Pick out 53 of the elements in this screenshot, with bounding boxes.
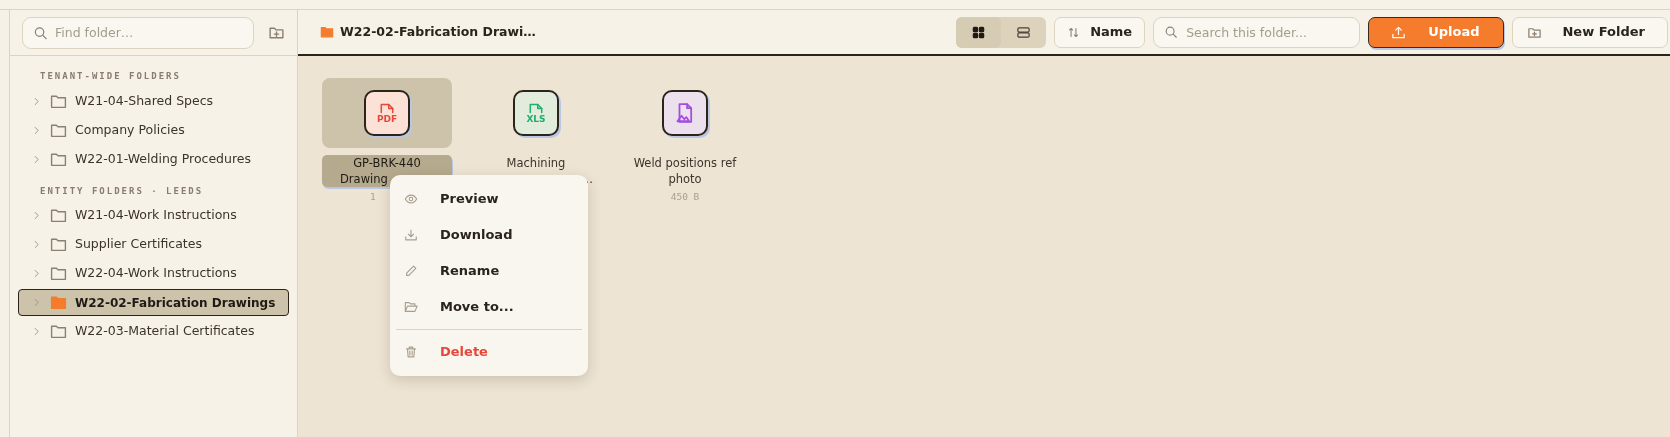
folder-tree-item[interactable]: Supplier Certificates — [18, 231, 289, 258]
chevron-icon — [31, 124, 42, 136]
chevron-icon — [31, 297, 42, 308]
document-icon — [528, 102, 544, 114]
menu-item[interactable]: Delete — [390, 334, 588, 370]
folder-tree-item[interactable]: W21-04-Shared Specs — [18, 87, 289, 115]
folder-tree-item[interactable]: W22-01-Welding Procedures — [18, 145, 289, 173]
folder-icon — [50, 236, 67, 253]
chevron-icon — [31, 210, 42, 221]
chevron-icon — [31, 326, 42, 337]
folder-tree-item[interactable]: W22-04-Work Instructions — [18, 260, 289, 287]
menu-item[interactable]: Download — [390, 217, 588, 253]
folder-icon — [50, 121, 67, 139]
trash-icon — [404, 345, 418, 359]
folder-icon — [50, 207, 67, 224]
folder-tree-item[interactable]: W22-03-Material Certificates — [18, 318, 289, 345]
folder-icon — [404, 300, 418, 314]
eye-icon — [404, 192, 418, 206]
new-folder-button[interactable]: New Folder — [1512, 16, 1668, 48]
chevron-icon — [31, 239, 42, 250]
file-size: 1 — [370, 190, 376, 204]
menu-item[interactable]: Move to... — [390, 289, 588, 325]
folder-tree-item[interactable]: W22-02-Fabrication Drawings — [18, 289, 289, 316]
download-icon — [404, 228, 418, 242]
file-size: 450 B — [670, 190, 700, 204]
file-type-label: PDF — [376, 113, 398, 124]
sort-button[interactable]: Name — [1054, 16, 1146, 48]
grid-icon — [971, 24, 987, 40]
folder-icon — [320, 25, 334, 39]
folder-search-field[interactable]: Find folder… — [22, 16, 254, 49]
chevron-icon — [31, 95, 42, 107]
folder-tree-item[interactable]: Company Policies — [18, 116, 289, 144]
pencil-icon — [404, 264, 418, 278]
folder-search-field[interactable]: Search this folder... — [1153, 16, 1361, 48]
section-heading: ENTITY FOLDERS · LEEDS — [39, 184, 205, 198]
file-name[interactable]: Weld positions ref photo — [620, 155, 750, 187]
folder-tree-item[interactable]: W21-04-Work Instructions — [18, 202, 289, 229]
folder-icon — [50, 150, 67, 168]
chevron-icon — [31, 268, 42, 279]
section-heading: TENANT-WIDE FOLDERS — [39, 70, 182, 83]
document-icon — [379, 102, 395, 114]
chevron-icon — [31, 153, 42, 165]
folder-icon — [50, 92, 67, 110]
rows-icon — [1016, 24, 1032, 40]
folder-icon — [50, 323, 67, 340]
breadcrumb-folder-name: W22-02-Fabrication Drawi… — [340, 22, 536, 41]
menu-item[interactable]: Rename — [390, 253, 588, 289]
grid-view-button[interactable] — [956, 16, 1002, 48]
folder-icon — [50, 265, 67, 282]
upload-icon — [1391, 24, 1407, 40]
file-type-label: XLS — [526, 113, 546, 124]
folder-icon — [50, 294, 67, 311]
sort-icon — [1067, 25, 1081, 39]
